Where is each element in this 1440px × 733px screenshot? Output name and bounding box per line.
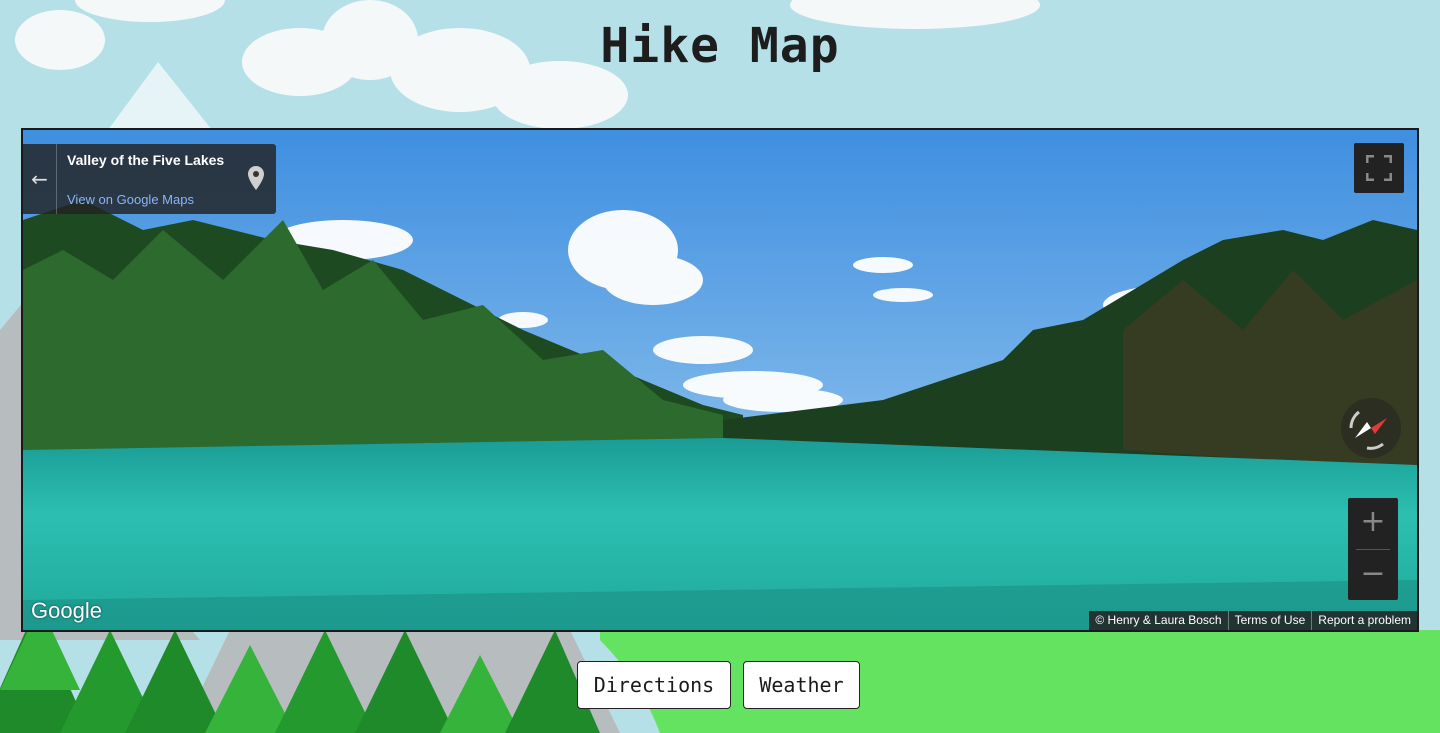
page-title: Hike Map [600,18,840,74]
back-arrow-icon[interactable]: ← [23,144,57,214]
compass-button[interactable] [1341,398,1401,458]
location-name: Valley of the Five Lakes [67,152,225,168]
view-on-google-maps-link[interactable]: View on Google Maps [67,192,194,207]
weather-button[interactable]: Weather [743,661,860,709]
directions-button[interactable]: Directions [577,661,731,709]
location-info-box: ← Valley of the Five Lakes View on Googl… [23,144,276,214]
zoom-in-button[interactable]: + [1348,498,1398,548]
compass-icon [1349,410,1387,450]
google-logo: Google [31,598,102,623]
photo-credit: © Henry & Laura Bosch [1095,613,1222,627]
fullscreen-button[interactable] [1354,143,1404,193]
terms-of-use-link[interactable]: Terms of Use [1227,611,1312,630]
zoom-out-button[interactable]: − [1348,550,1398,600]
report-problem-link[interactable]: Report a problem [1311,611,1417,630]
fullscreen-icon [1366,155,1392,181]
zoom-control: + − [1348,498,1398,600]
street-view-panel[interactable]: ← Valley of the Five Lakes View on Googl… [21,128,1419,632]
map-pin-icon[interactable] [248,166,264,190]
attribution-bar: © Henry & Laura Bosch Terms of Use Repor… [1089,611,1417,630]
